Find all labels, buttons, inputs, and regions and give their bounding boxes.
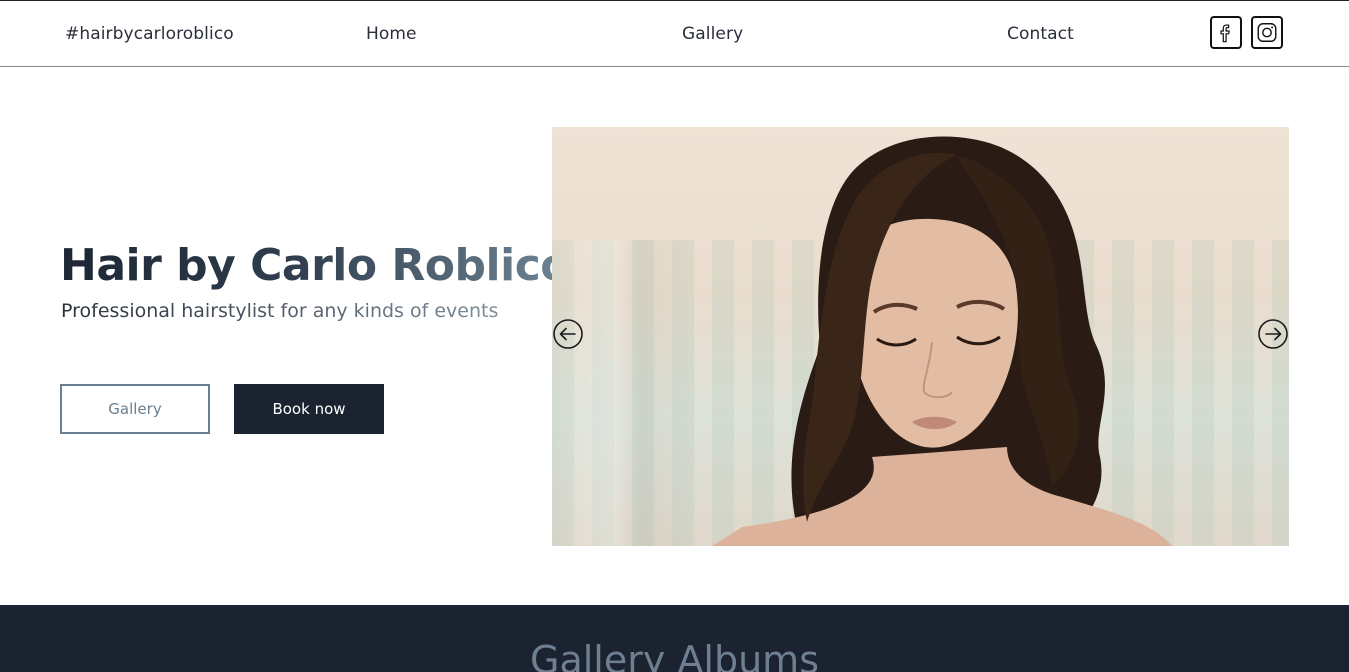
nav-link-gallery[interactable]: Gallery — [682, 24, 743, 44]
arrow-left-circle-icon[interactable] — [552, 318, 584, 350]
gallery-button[interactable]: Gallery — [60, 384, 210, 434]
slide-photo-woman — [712, 136, 1172, 546]
hero-title: Hair by Carlo Roblico — [60, 240, 571, 291]
nav-link-contact[interactable]: Contact — [1007, 24, 1074, 44]
hero-image-slider — [552, 127, 1289, 546]
brand-link[interactable]: #hairbycarloroblico — [65, 24, 234, 44]
nav-link-home[interactable]: Home — [366, 24, 417, 44]
arrow-right-circle-icon[interactable] — [1257, 318, 1289, 350]
gallery-albums-heading: Gallery Albums — [530, 638, 819, 672]
instagram-icon[interactable] — [1251, 16, 1283, 49]
navbar: #hairbycarloroblico Home Gallery Contact — [0, 0, 1349, 67]
gallery-albums-section: Gallery Albums — [0, 605, 1349, 672]
hero-subtitle: Professional hairstylist for any kinds o… — [61, 300, 499, 322]
facebook-icon[interactable] — [1210, 16, 1242, 49]
book-now-button[interactable]: Book now — [234, 384, 384, 434]
